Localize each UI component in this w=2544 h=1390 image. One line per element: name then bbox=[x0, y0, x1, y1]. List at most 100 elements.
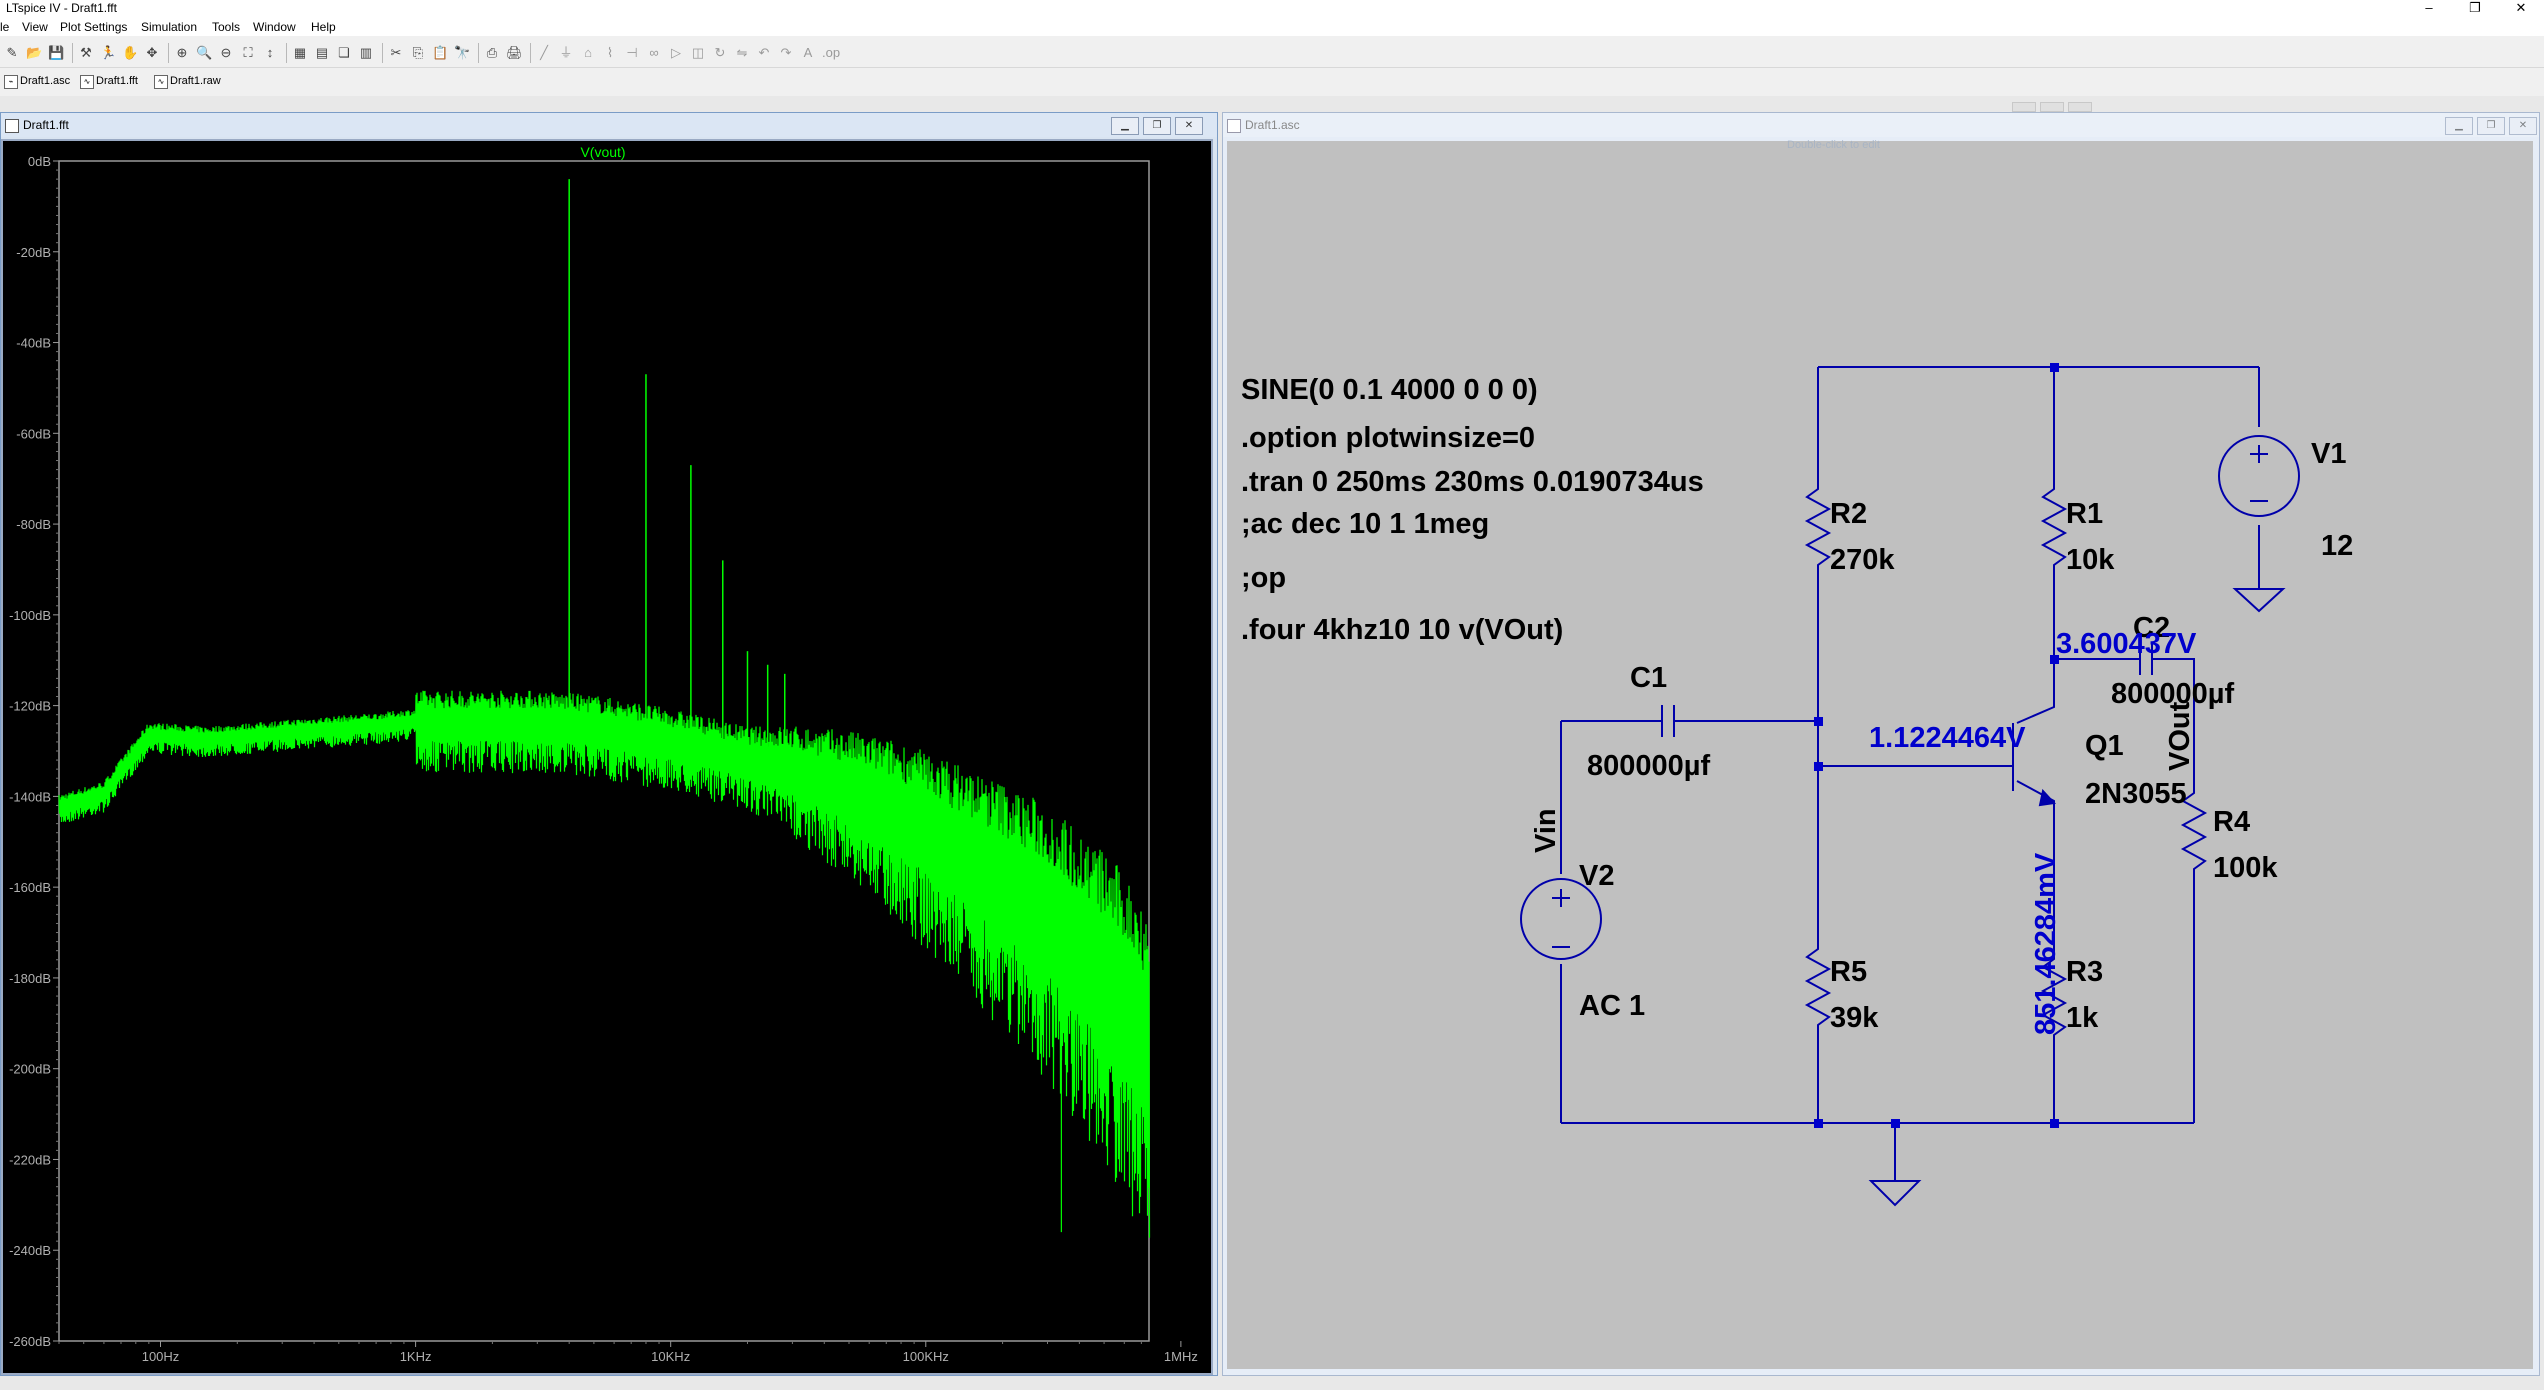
close-button[interactable]: ✕ bbox=[2498, 0, 2544, 18]
background-window-restore[interactable] bbox=[2040, 102, 2064, 112]
r4-name[interactable]: R4 bbox=[2213, 806, 2250, 838]
menu-view[interactable]: View bbox=[22, 20, 48, 34]
r1-name[interactable]: R1 bbox=[2066, 498, 2103, 530]
c1-name[interactable]: C1 bbox=[1630, 662, 1667, 694]
zoom-fit-icon[interactable]: ⛶ bbox=[240, 45, 256, 61]
diode-icon[interactable]: ▷ bbox=[668, 45, 684, 61]
fft-minimize-button[interactable]: ▁ bbox=[1111, 117, 1139, 135]
paste-icon[interactable]: 📋 bbox=[432, 45, 448, 61]
mirror-icon[interactable]: ⇋ bbox=[734, 45, 750, 61]
schematic-minimize-button[interactable]: ▁ bbox=[2445, 117, 2473, 135]
v1-ground-symbol[interactable] bbox=[2232, 588, 2286, 613]
q1-symbol[interactable] bbox=[2038, 788, 2057, 807]
ground-symbol[interactable] bbox=[1868, 1180, 1922, 1207]
schematic-canvas[interactable]: Double-click to edit SINE(0 0.1 4000 0 0… bbox=[1227, 139, 2533, 1369]
find-icon[interactable]: 🔭 bbox=[454, 45, 470, 61]
control-panel-icon[interactable]: ⚒ bbox=[78, 45, 94, 61]
resistor-icon[interactable]: ⌇ bbox=[602, 45, 618, 61]
directive-tran[interactable]: .tran 0 250ms 230ms 0.0190734us bbox=[1241, 466, 1704, 498]
menu-help[interactable]: Help bbox=[311, 20, 336, 34]
copy-icon[interactable]: ⎘ bbox=[410, 45, 426, 61]
op-collector-voltage[interactable]: 3.600437V bbox=[2056, 628, 2197, 660]
op-base-voltage[interactable]: 1.1224464V bbox=[1869, 722, 2026, 754]
q1-value[interactable]: 2N3055 bbox=[2085, 778, 2187, 810]
save-icon[interactable]: 💾 bbox=[48, 45, 64, 61]
r4-value[interactable]: 100k bbox=[2213, 852, 2278, 884]
cascade-icon[interactable]: ❏ bbox=[336, 45, 352, 61]
schematic-window-titlebar[interactable]: Draft1.asc ▁ ❐ ✕ bbox=[1223, 113, 2539, 137]
print-icon[interactable]: 🖨 bbox=[506, 45, 523, 61]
rotate-icon[interactable]: ↻ bbox=[712, 45, 728, 61]
tab-draft1-asc[interactable]: ⌁ Draft1.asc bbox=[2, 71, 70, 91]
fft-plot-pane[interactable]: V(vout) 0dB -20dB -40dB -60dB -80dB -100dB -12… bbox=[1, 139, 1213, 1375]
menu-simulation[interactable]: Simulation bbox=[141, 20, 197, 34]
schematic-restore-button[interactable]: ❐ bbox=[2477, 117, 2505, 135]
r5-name[interactable]: R5 bbox=[1830, 956, 1867, 988]
pan-icon[interactable]: ✥ bbox=[144, 45, 160, 61]
v1-name[interactable]: V1 bbox=[2311, 438, 2346, 470]
component-icon[interactable]: ◫ bbox=[690, 45, 706, 61]
r2-value[interactable]: 270k bbox=[1830, 544, 1895, 576]
v1-value[interactable]: 12 bbox=[2321, 530, 2353, 562]
schematic-drawing[interactable]: SINE(0 0.1 4000 0 0 0) .option plotwinsi… bbox=[1227, 141, 2533, 1369]
r3-value[interactable]: 1k bbox=[2066, 1002, 2099, 1034]
menu-plot-settings[interactable]: Plot Settings bbox=[60, 20, 127, 34]
minimize-button[interactable]: – bbox=[2406, 0, 2452, 18]
r5-symbol[interactable] bbox=[1804, 937, 1832, 1037]
capacitor-icon[interactable]: ⊣ bbox=[624, 45, 640, 61]
v1-symbol[interactable] bbox=[2218, 435, 2300, 517]
tile-horizontal-icon[interactable]: ▤ bbox=[314, 45, 330, 61]
open-icon[interactable]: 📂 bbox=[26, 45, 42, 61]
background-window-close[interactable] bbox=[2068, 102, 2092, 112]
print-setup-icon[interactable]: ⎙ bbox=[484, 45, 500, 61]
zoom-in-icon[interactable]: ⊕ bbox=[174, 45, 190, 61]
directive-option[interactable]: .option plotwinsize=0 bbox=[1241, 422, 1535, 454]
ground-icon[interactable]: ⏚ bbox=[558, 45, 574, 61]
net-label-vout[interactable]: VOut bbox=[2164, 701, 2196, 771]
directive-op[interactable]: ;op bbox=[1241, 562, 1286, 594]
op-emitter-voltage[interactable]: 851.46284mV bbox=[2030, 852, 2062, 1035]
fft-close-button[interactable]: ✕ bbox=[1175, 117, 1203, 135]
net-label-vin[interactable]: Vin bbox=[1530, 808, 1562, 853]
q1-name[interactable]: Q1 bbox=[2085, 730, 2124, 762]
directive-four[interactable]: .four 4khz10 10 v(VOut) bbox=[1241, 614, 1563, 646]
r1-symbol[interactable] bbox=[2040, 477, 2068, 577]
background-window-minimize[interactable] bbox=[2012, 102, 2036, 112]
wire-icon[interactable]: ╱ bbox=[536, 45, 552, 61]
autorange-icon[interactable]: ↕ bbox=[262, 45, 278, 61]
tile-vertical-icon[interactable]: ▥ bbox=[358, 45, 374, 61]
c1-symbol[interactable] bbox=[1661, 705, 1675, 737]
restore-button[interactable]: ❐ bbox=[2452, 0, 2498, 18]
schematic-close-button[interactable]: ✕ bbox=[2509, 117, 2537, 135]
trace-label[interactable]: V(vout) bbox=[580, 144, 625, 160]
redo-icon[interactable]: ↷ bbox=[778, 45, 794, 61]
cut-icon[interactable]: ✂ bbox=[388, 45, 404, 61]
fft-restore-button[interactable]: ❐ bbox=[1143, 117, 1171, 135]
new-schematic-icon[interactable]: ✎ bbox=[4, 45, 20, 61]
directive-sine[interactable]: SINE(0 0.1 4000 0 0 0) bbox=[1241, 374, 1538, 406]
fft-window-titlebar[interactable]: Draft1.fft ▁ ❐ ✕ bbox=[1, 113, 1217, 137]
c1-value[interactable]: 800000µf bbox=[1587, 750, 1710, 782]
r1-value[interactable]: 10k bbox=[2066, 544, 2115, 576]
run-icon[interactable]: 🏃 bbox=[100, 45, 116, 61]
r5-value[interactable]: 39k bbox=[1830, 1002, 1879, 1034]
tab-draft1-fft[interactable]: ∿ Draft1.fft bbox=[78, 71, 138, 91]
zoom-box-icon[interactable]: 🔍 bbox=[196, 45, 212, 61]
menu-tools[interactable]: Tools bbox=[212, 20, 240, 34]
undo-icon[interactable]: ↶ bbox=[756, 45, 772, 61]
label-icon[interactable]: ⌂ bbox=[580, 45, 596, 61]
tab-draft1-raw[interactable]: ∿ Draft1.raw bbox=[152, 71, 221, 91]
spice-directive-icon[interactable]: .op bbox=[822, 45, 840, 61]
fft-chart[interactable]: V(vout) 0dB -20dB -40dB -60dB -80dB -100dB -12… bbox=[3, 141, 1211, 1373]
inductor-icon[interactable]: ∞ bbox=[646, 45, 662, 61]
v2-name[interactable]: V2 bbox=[1579, 860, 1614, 892]
grid-icon[interactable]: ▦ bbox=[292, 45, 308, 61]
menu-file[interactable]: le bbox=[0, 20, 9, 34]
menu-window[interactable]: Window bbox=[253, 20, 296, 34]
halt-icon[interactable]: ✋ bbox=[122, 45, 138, 61]
v2-value[interactable]: AC 1 bbox=[1579, 990, 1645, 1022]
r3-name[interactable]: R3 bbox=[2066, 956, 2103, 988]
directive-ac[interactable]: ;ac dec 10 1 1meg bbox=[1241, 508, 1489, 540]
r2-name[interactable]: R2 bbox=[1830, 498, 1867, 530]
zoom-out-icon[interactable]: ⊖ bbox=[218, 45, 234, 61]
